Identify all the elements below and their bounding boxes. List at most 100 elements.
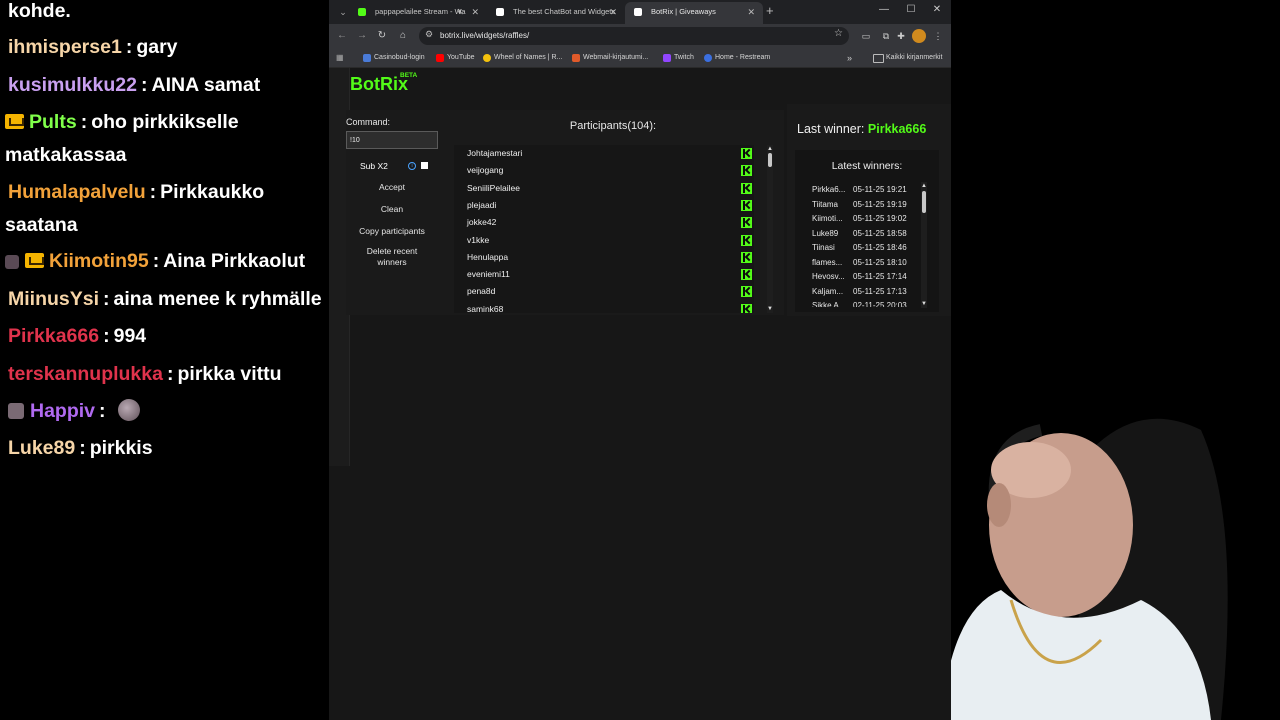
latest-winners-box: Latest winners: Pirkka6... 05-11-25 19:2… (795, 150, 939, 312)
new-tab-button[interactable]: + (766, 3, 774, 19)
back-icon[interactable]: ← (335, 29, 349, 43)
winner-date: 05-11-25 18:58 (853, 228, 907, 238)
winners-scrollbar[interactable]: ▲ ▼ (921, 182, 927, 308)
close-tab-icon[interactable]: ✕ (747, 2, 755, 22)
raffle-controls-panel: Command: Sub X2 i Accept Clean Copy part… (346, 110, 452, 315)
winner-date: 05-11-25 18:46 (853, 243, 907, 252)
home-icon[interactable]: ⌂ (396, 29, 410, 43)
kick-icon (741, 286, 752, 298)
clean-button[interactable]: Clean (346, 204, 438, 215)
chat-message: kohde. (8, 0, 343, 28)
winner-date: 05-11-25 18:10 (853, 257, 907, 267)
participant-name: plejaadi (467, 199, 497, 210)
winner-name: Tiinasi (812, 243, 835, 252)
site-info-icon[interactable]: ⚙ (425, 29, 433, 40)
extensions-icon[interactable]: ✚ (895, 30, 907, 42)
tab-botrix-home[interactable]: The best ChatBot and Widgets ✕ (487, 2, 625, 24)
mute-tab-icon[interactable]: 🔇︎ (458, 2, 463, 22)
chat-text: pirkka vittu (177, 363, 282, 385)
scroll-up-icon[interactable]: ▲ (921, 183, 927, 189)
accept-button[interactable]: Accept (346, 182, 438, 193)
kick-icon (741, 182, 752, 194)
scroll-down-icon[interactable]: ▼ (767, 306, 773, 312)
participant-row: jokke42 (454, 214, 754, 231)
tab-title: The best ChatBot and Widgets (513, 7, 616, 16)
forward-icon[interactable]: → (355, 29, 369, 43)
chat-message: Luke89: pirkkis (8, 432, 343, 465)
bookmark-item[interactable]: Home - Restream (704, 48, 770, 68)
scrollbar-thumb[interactable] (768, 153, 772, 167)
profile-avatar[interactable] (912, 29, 926, 43)
bookmark-item[interactable]: YouTube (436, 48, 475, 68)
winner-name: Pirkka6... (812, 185, 846, 194)
chat-separator: : (79, 437, 86, 459)
winner-row: flames... 05-11-25 18:10 (795, 256, 939, 271)
participants-panel: Participants(104): Johtajamestari veijog… (442, 110, 784, 315)
participant-name: jokke42 (467, 217, 497, 228)
cast-icon[interactable]: ▭ (860, 30, 872, 42)
chat-separator: : (103, 288, 110, 310)
kick-icon (741, 303, 752, 313)
bookmark-star-icon[interactable]: ☆ (834, 28, 843, 39)
latest-winners-list[interactable]: Pirkka6... 05-11-25 19:21 Tiitama 05-11-… (795, 183, 939, 307)
latest-winners-title: Latest winners: (831, 160, 903, 172)
apps-grid-icon[interactable]: ▦ (336, 53, 345, 62)
maximize-icon[interactable]: ☐ (903, 4, 919, 15)
delete-recent-winners-button[interactable]: Delete recent winners (356, 246, 428, 268)
info-icon[interactable]: i (408, 162, 416, 170)
address-bar[interactable]: ⚙ botrix.live/widgets/raffles/ ☆ (419, 27, 849, 45)
sub-x2-option: Sub X2 i (360, 159, 446, 173)
participant-row: Henulappa (454, 249, 754, 266)
bookmark-item[interactable]: Twitch (663, 48, 694, 68)
participant-row: samink68 (454, 301, 754, 313)
sub-x2-checkbox[interactable] (421, 162, 428, 169)
winner-row: Hevosv... 05-11-25 17:14 (795, 270, 939, 285)
participant-name: SeniiliPelailee (467, 182, 520, 193)
chat-username: Humalapalvelu (8, 181, 146, 203)
tab-kick-stream[interactable]: pappapelailee Stream - Wa 🔇︎ ✕ (349, 2, 487, 24)
tab-title: pappapelailee Stream - Wa (375, 7, 466, 16)
browser-window: ⌄ pappapelailee Stream - Wa 🔇︎ ✕ The bes… (329, 0, 951, 720)
tab-botrix-giveaways[interactable]: BotRix | Giveaways ✕ (625, 2, 763, 24)
chat-text: Pirkkaukko (160, 181, 265, 203)
copy-participants-button[interactable]: Copy participants (346, 226, 438, 237)
participants-list[interactable]: Johtajamestari veijogang SeniiliPelailee… (454, 145, 754, 313)
winner-row: Pirkka6... 05-11-25 19:21 (795, 183, 939, 198)
scroll-up-icon[interactable]: ▲ (767, 146, 773, 152)
webcam-feed (951, 0, 1280, 720)
botrix-favicon-icon (496, 8, 504, 16)
kick-icon (741, 199, 752, 211)
tab-title: BotRix | Giveaways (651, 7, 716, 16)
menu-icon[interactable]: ⋮ (932, 30, 944, 42)
all-bookmarks-folder[interactable]: Kaikki kirjanmerkit (873, 48, 942, 68)
last-winner: Last winner: Pirkka666 (797, 122, 926, 136)
bookmark-item[interactable]: Wheel of Names | R... (483, 48, 562, 68)
winner-row: Luke89 05-11-25 18:58 (795, 227, 939, 242)
sub-x2-label: Sub X2 (360, 161, 388, 171)
botrix-favicon-icon (634, 8, 642, 16)
bookmark-item[interactable]: Webmail-kirjautumi... (572, 48, 648, 68)
chat-text: AINA samat (151, 74, 261, 96)
chat-message-continued: saatana (5, 209, 340, 242)
chat-message: kusimulkku22: AINA samat (8, 69, 343, 102)
winner-name: Kiimoti... (812, 214, 843, 223)
participant-row: Johtajamestari (454, 145, 754, 162)
reload-icon[interactable]: ↻ (375, 29, 389, 43)
command-input[interactable] (346, 131, 438, 149)
scroll-down-icon[interactable]: ▼ (921, 301, 927, 307)
screenshot-icon[interactable]: ⧉ (880, 30, 892, 42)
close-window-icon[interactable]: ✕ (929, 4, 945, 15)
botrix-logo[interactable]: BotRix BETA (350, 72, 417, 95)
more-bookmarks-icon[interactable]: » (847, 48, 852, 68)
chat-username: MiinusYsi (8, 288, 100, 310)
chat-message: Pults: oho pirkkikselle (5, 106, 340, 139)
kick-icon (741, 234, 752, 246)
bookmark-label: Webmail-kirjautumi... (583, 54, 649, 61)
scrollbar-thumb[interactable] (922, 191, 926, 213)
participants-scrollbar[interactable]: ▲ ▼ (767, 145, 773, 313)
minimize-icon[interactable]: — (876, 4, 892, 15)
close-tab-icon[interactable]: ✕ (609, 2, 617, 22)
close-tab-icon[interactable]: ✕ (471, 2, 479, 22)
bookmark-item[interactable]: Casinobud-login (363, 48, 425, 68)
winner-name: Luke89 (812, 228, 839, 238)
